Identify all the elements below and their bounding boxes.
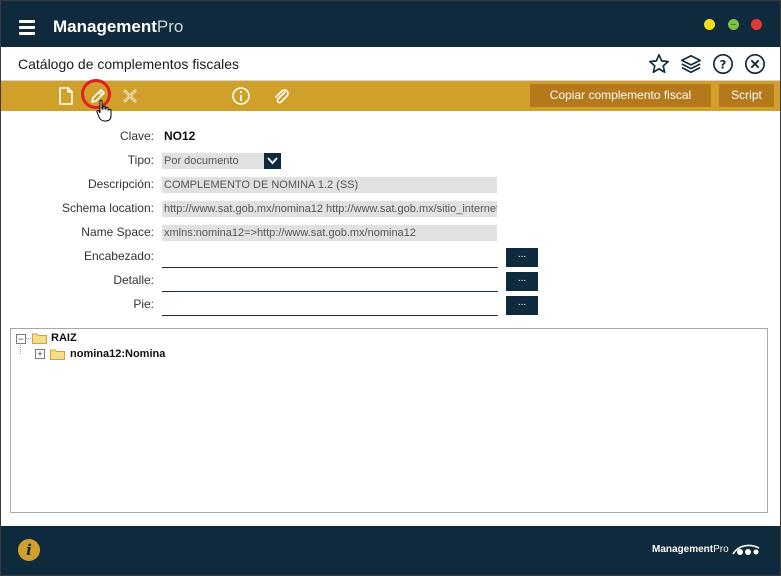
info-icon[interactable] — [231, 86, 251, 106]
clave-label: Clave: — [119, 129, 154, 143]
maximize-button[interactable] — [728, 19, 739, 30]
app-window: ManagementPro Catálogo de complementos f… — [0, 0, 781, 576]
star-icon[interactable] — [648, 53, 670, 75]
encabezado-label: Encabezado: — [83, 249, 154, 263]
detalle-label: Detalle: — [113, 273, 154, 287]
tree-node-root[interactable]: RAIZ — [51, 332, 77, 344]
tree-node-nomina[interactable]: nomina12:Nomina — [70, 348, 165, 360]
page-title: Catálogo de complementos fiscales — [18, 56, 240, 72]
brand-logo-icon — [732, 544, 760, 555]
brand-bold: Management — [652, 544, 714, 555]
detalle-input[interactable] — [162, 274, 498, 292]
pie-label: Pie: — [133, 297, 154, 311]
tipo-select[interactable]: Por documento — [162, 153, 265, 169]
svg-text:?: ? — [720, 58, 727, 72]
delete-x-icon[interactable] — [120, 86, 140, 106]
descripcion-label: Descripción: — [87, 177, 154, 191]
brand-light: Pro — [713, 544, 729, 555]
tree-collapse-toggle[interactable]: − — [16, 334, 26, 344]
folder-icon — [32, 333, 47, 344]
layers-icon[interactable] — [680, 53, 702, 75]
descripcion-field[interactable]: COMPLEMENTO DE NOMINA 1.2 (SS) — [162, 177, 497, 193]
structure-tree[interactable]: − RAIZ + nomina12:Nomina — [10, 328, 768, 513]
namespace-label: Name Space: — [81, 225, 154, 239]
hamburger-menu-icon[interactable] — [19, 20, 35, 38]
copy-fiscal-complement-button[interactable]: Copiar complemento fiscal — [530, 84, 711, 107]
encabezado-input[interactable] — [162, 250, 498, 268]
brand-logo-text: ManagementPro — [652, 544, 729, 555]
minimize-button[interactable] — [704, 19, 715, 30]
attach-paperclip-icon[interactable] — [271, 86, 291, 106]
folder-icon — [50, 349, 65, 360]
app-title-light: Pro — [156, 17, 184, 36]
help-icon[interactable]: ? — [712, 53, 734, 75]
schema-location-field[interactable]: http://www.sat.gob.mx/nomina12 http://ww… — [162, 201, 497, 217]
tipo-dropdown-toggle[interactable] — [264, 153, 281, 169]
new-document-icon[interactable] — [56, 86, 76, 106]
detalle-browse-button[interactable]: ... — [506, 272, 538, 291]
pie-input[interactable] — [162, 298, 498, 316]
namespace-field[interactable]: xmlns:nomina12=>http://www.sat.gob.mx/no… — [162, 225, 497, 241]
encabezado-browse-button[interactable]: ... — [506, 248, 538, 267]
pie-browse-button[interactable]: ... — [506, 296, 538, 315]
window-close-button[interactable] — [751, 19, 762, 30]
footer-bar: i ManagementPro — [1, 526, 780, 575]
chevron-down-icon — [267, 157, 278, 165]
page-header: Catálogo de complementos fiscales ? — [1, 47, 780, 81]
tree-connector — [20, 343, 21, 355]
schema-location-label: Schema location: — [61, 201, 154, 215]
toolbar: Copiar complemento fiscal Script — [1, 81, 780, 111]
info-icon[interactable]: i — [18, 539, 40, 561]
tipo-label: Tipo: — [127, 153, 154, 167]
title-bar: ManagementPro — [1, 1, 780, 47]
app-title-bold: Management — [53, 17, 157, 36]
script-button[interactable]: Script — [719, 84, 774, 107]
close-icon[interactable] — [744, 53, 766, 75]
form-area: Clave: NO12 Tipo: Por documento Descripc… — [1, 113, 780, 323]
app-title: ManagementPro — [53, 17, 183, 37]
clave-input[interactable]: NO12 — [162, 128, 281, 144]
tree-expand-toggle[interactable]: + — [35, 349, 45, 359]
